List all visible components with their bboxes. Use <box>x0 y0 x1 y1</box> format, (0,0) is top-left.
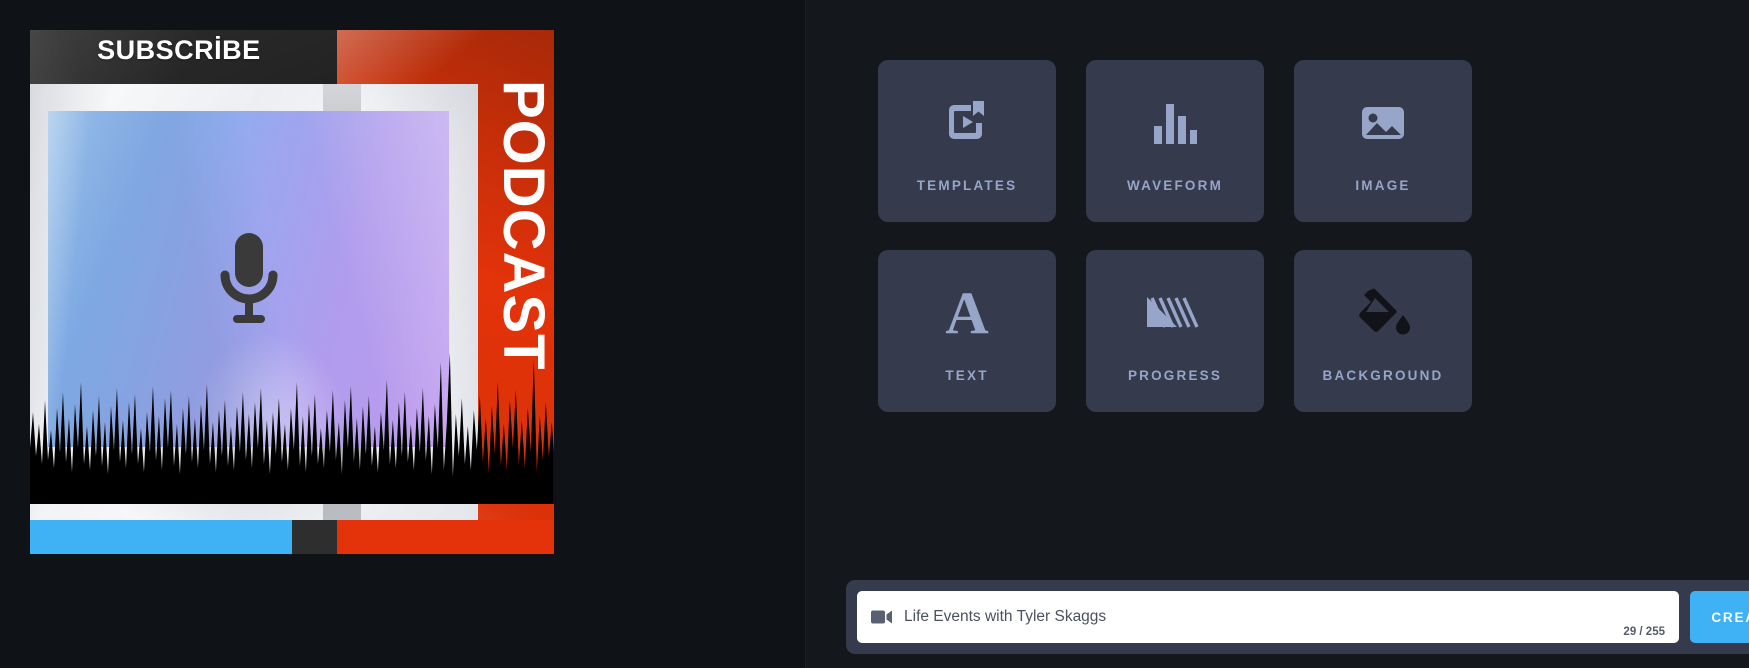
tool-card-templates[interactable]: TEMPLATES <box>878 60 1056 222</box>
create-button[interactable]: CREATE <box>1690 591 1749 643</box>
title-input-container[interactable]: 29 / 255 <box>857 591 1679 643</box>
tool-label: TEXT <box>945 367 989 383</box>
title-input[interactable] <box>904 608 1665 626</box>
tool-card-image[interactable]: IMAGE <box>1294 60 1472 222</box>
image-icon <box>1357 90 1409 156</box>
artwork-waveform <box>30 352 554 505</box>
tool-label: BACKGROUND <box>1322 367 1444 383</box>
tool-label: WAVEFORM <box>1126 177 1224 193</box>
artwork-progress-fill <box>30 519 292 554</box>
editor-panel: TEMPLATES WAVEFORM IMAGE A TEXT PROGRESS… <box>806 0 1749 668</box>
templates-icon <box>942 90 992 156</box>
tool-card-text[interactable]: A TEXT <box>878 250 1056 412</box>
tool-label: PROGRESS <box>1127 367 1223 383</box>
artwork-preview[interactable]: SUBSCRİBE PODCAST <box>30 30 554 554</box>
artwork-progress-remainder <box>337 519 554 554</box>
tool-card-progress[interactable]: PROGRESS <box>1086 250 1264 412</box>
video-camera-icon <box>871 609 893 625</box>
tool-grid: TEMPLATES WAVEFORM IMAGE A TEXT PROGRESS… <box>878 60 1472 412</box>
background-icon <box>1355 280 1411 346</box>
title-action-bar: 29 / 255 CREATE <box>846 580 1749 654</box>
tool-label: TEMPLATES <box>916 177 1018 193</box>
character-counter: 29 / 255 <box>1623 626 1665 638</box>
artwork-podcast-text: PODCAST <box>490 79 554 371</box>
tool-card-waveform[interactable]: WAVEFORM <box>1086 60 1264 222</box>
microphone-icon <box>220 232 278 323</box>
waveform-icon <box>1150 90 1200 156</box>
letter-a-glyph: A <box>945 279 989 346</box>
text-icon: A <box>945 280 988 346</box>
progress-icon <box>1145 280 1205 346</box>
preview-panel: SUBSCRİBE PODCAST <box>0 0 806 668</box>
tool-label: IMAGE <box>1355 177 1411 193</box>
tool-card-background[interactable]: BACKGROUND <box>1294 250 1472 412</box>
artwork-subscribe-text: SUBSCRİBE <box>97 35 261 66</box>
podcast-video-editor: SUBSCRİBE PODCAST TEMPLATES WAVEFORM IMA… <box>0 0 1749 668</box>
